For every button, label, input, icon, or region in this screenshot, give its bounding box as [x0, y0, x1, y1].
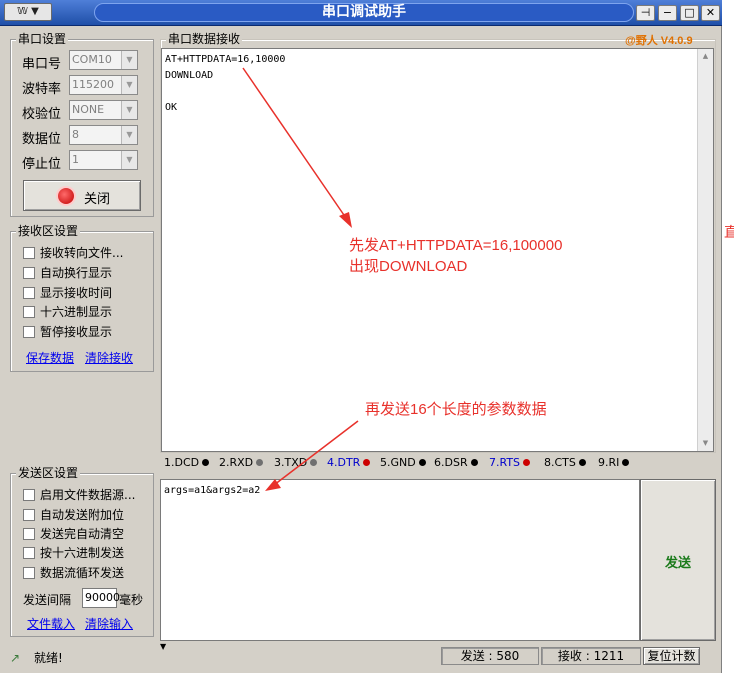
chevron-down-icon: ▼: [121, 151, 137, 169]
title-bar: 𝕎 ▼ 串口调试助手 ⊣ − □ ✕: [0, 0, 722, 26]
ready-icon: ↗: [10, 651, 21, 665]
signal-ri: 9.RI: [598, 456, 630, 469]
baud-label: 波特率: [22, 82, 62, 97]
send-interval-input[interactable]: 90000: [82, 588, 120, 608]
send-button[interactable]: 发送: [640, 479, 716, 641]
scroll-up-icon[interactable]: ▲: [698, 49, 713, 64]
app-window: 𝕎 ▼ 串口调试助手 ⊣ − □ ✕ 串口设置 串口号 COM10 ▼ 波特率 1…: [0, 0, 722, 673]
chevron-down-icon: ▼: [121, 101, 137, 119]
status-dot-icon: [363, 459, 371, 466]
receive-settings-group: 接收区设置 接收转向文件... 自动换行显示 显示接收时间 十六进制显示 暂停接…: [10, 224, 154, 372]
send-interval-unit: 毫秒: [119, 593, 144, 607]
send-interval-label: 发送间隔: [23, 593, 72, 607]
parity-label: 校验位: [22, 107, 62, 122]
signal-gnd: 5.GND: [380, 456, 426, 469]
close-port-button[interactable]: 关闭: [23, 180, 141, 211]
serial-settings-title: 串口设置: [16, 32, 69, 46]
received-counter: 接收 : 1211: [541, 647, 641, 665]
signal-dtr[interactable]: 4.DTR: [327, 456, 371, 469]
close-port-label: 关闭: [84, 192, 111, 207]
status-dot-icon: [202, 459, 210, 466]
system-menu-button[interactable]: 𝕎 ▼: [4, 3, 52, 21]
receive-area-title: 串口数据接收: [166, 32, 243, 46]
status-bar: ↗ 就绪! 发送 : 580 接收 : 1211 复位计数: [0, 645, 722, 673]
status-dot-icon: [622, 459, 630, 466]
close-button[interactable]: ✕: [701, 5, 720, 21]
status-dot-icon: [418, 459, 426, 466]
chevron-down-icon: ▼: [121, 76, 137, 94]
databits-select[interactable]: 8 ▼: [69, 125, 138, 145]
annotation-first-line1: 先发AT+HTTPDATA=16,100000: [349, 237, 563, 254]
port-label: 串口号: [22, 57, 62, 72]
signal-rxd: 2.RXD: [219, 456, 264, 469]
minimize-button[interactable]: −: [658, 5, 677, 21]
serial-settings-group: 串口设置 串口号 COM10 ▼ 波特率 115200 ▼ 校验位 NONE ▼ 数据…: [10, 32, 154, 217]
send-textarea[interactable]: args=a1&args2=a2: [160, 479, 640, 641]
ready-text: 就绪!: [34, 651, 63, 665]
version-label: @野人 V4.0.9: [625, 35, 693, 47]
scroll-down-icon[interactable]: ▼: [698, 436, 713, 451]
maximize-button[interactable]: □: [680, 5, 699, 21]
databits-label: 数据位: [22, 132, 62, 147]
stopbits-label: 停止位: [22, 157, 62, 172]
status-dot-icon: [523, 459, 531, 466]
window-title: 串口调试助手: [94, 3, 634, 22]
chevron-down-icon: ▼: [121, 126, 137, 144]
signal-dsr: 6.DSR: [434, 456, 478, 469]
receive-settings-title: 接收区设置: [16, 224, 81, 238]
file-load-link[interactable]: 文件载入: [27, 615, 75, 632]
pin-icon[interactable]: ⊣: [636, 5, 655, 21]
baud-select[interactable]: 115200 ▼: [69, 75, 138, 95]
edge-text: 直: [724, 224, 734, 240]
signal-dcd: 1.DCD: [164, 456, 210, 469]
send-settings-group: 发送区设置 启用文件数据源... 自动发送附加位 发送完自动清空 按十六进制发送…: [10, 466, 154, 637]
receive-scrollbar[interactable]: ▲ ▼: [697, 49, 713, 451]
save-data-link[interactable]: 保存数据: [26, 349, 74, 366]
status-dot-icon: [578, 459, 586, 466]
status-dot-icon: [470, 459, 478, 466]
chevron-down-icon: ▼: [121, 51, 137, 69]
reset-count-button[interactable]: 复位计数: [643, 647, 700, 665]
parity-select[interactable]: NONE ▼: [69, 100, 138, 120]
app-icon: 𝕎: [17, 6, 28, 17]
annotation-second: 再发送16个长度的参数数据: [365, 401, 547, 418]
signal-rts[interactable]: 7.RTS: [489, 456, 531, 469]
send-button-label: 发送: [664, 556, 691, 571]
status-dot-icon: [310, 459, 318, 466]
sent-counter: 发送 : 580: [441, 647, 539, 665]
clear-receive-link[interactable]: 清除接收: [85, 349, 133, 366]
record-red-icon: [58, 188, 74, 204]
annotation-first-line2: 出现DOWNLOAD: [349, 258, 468, 275]
signal-txd: 3.TXD: [274, 456, 318, 469]
chevron-down-icon: ▼: [31, 6, 39, 17]
stopbits-select[interactable]: 1 ▼: [69, 150, 138, 170]
port-select[interactable]: COM10 ▼: [69, 50, 138, 70]
status-dot-icon: [256, 459, 264, 466]
signal-indicators: 1.DCD 2.RXD 3.TXD 4.DTR 5.GND 6.DSR 7.RT…: [162, 454, 714, 472]
send-settings-title: 发送区设置: [16, 466, 81, 480]
signal-cts: 8.CTS: [544, 456, 586, 469]
clear-input-link[interactable]: 清除输入: [85, 615, 133, 632]
